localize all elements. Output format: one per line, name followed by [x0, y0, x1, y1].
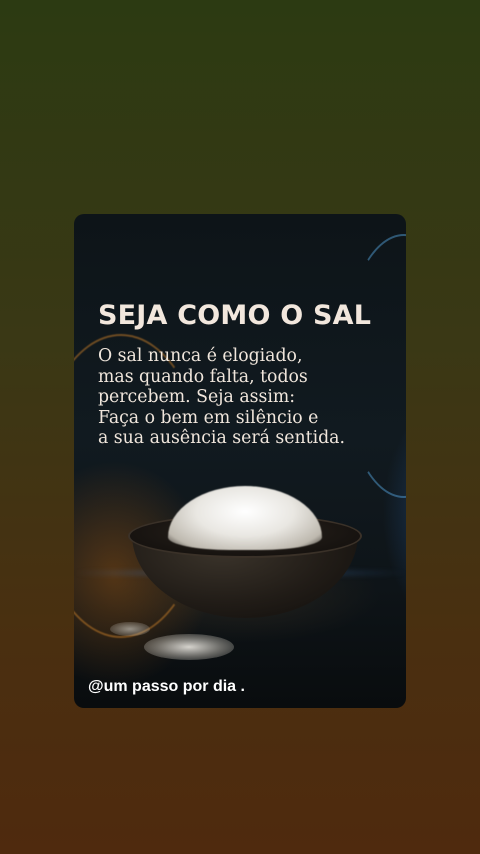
author-credit[interactable]: @um passo por dia .: [88, 678, 245, 696]
post-body-line: mas quando falta, todos: [98, 366, 308, 387]
spilled-salt: [110, 622, 150, 636]
post-title: SEJA COMO O SAL: [98, 300, 372, 331]
post-body-line: a sua ausência será sentida.: [98, 428, 345, 448]
post-body: O sal nunca é elogiado, mas quando falta…: [98, 346, 398, 449]
post-body-line: percebem. Seja assim:: [98, 387, 296, 407]
post-body-line: O sal nunca é elogiado,: [98, 346, 303, 366]
spilled-salt: [144, 634, 234, 660]
post-card[interactable]: SEJA COMO O SAL O sal nunca é elogiado, …: [74, 214, 406, 708]
post-body-line: Faça o bem em silêncio e: [98, 407, 319, 428]
bowl-of-salt-icon: [128, 486, 362, 624]
